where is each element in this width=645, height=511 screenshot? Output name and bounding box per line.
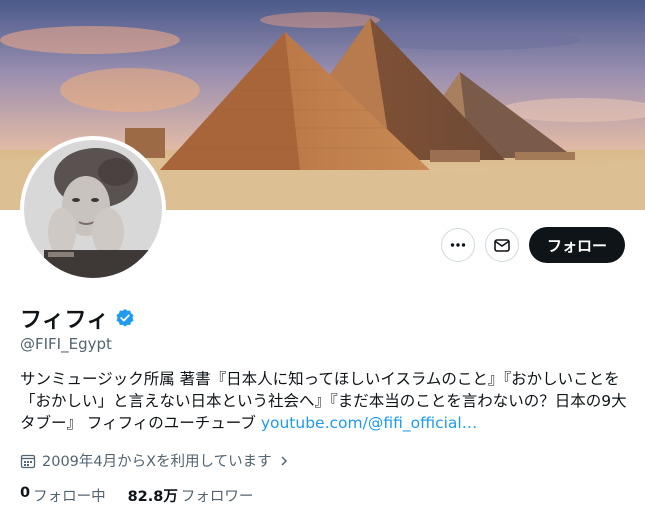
- message-button[interactable]: [484, 228, 519, 262]
- user-handle: @FIFI_Egypt: [20, 335, 112, 353]
- chevron-right-icon: [281, 455, 287, 466]
- name-row: フィフィ: [20, 302, 135, 334]
- joined-text: 2009年4月からXを利用しています: [42, 454, 272, 470]
- followers-stat[interactable]: 82.8万 フォロワー: [128, 485, 254, 506]
- profile-bio: サンミュージック所属 著書『日本人に知ってほしいイスラムのこと』『おかしいことを…: [20, 368, 630, 434]
- following-count: 0: [20, 485, 31, 501]
- avatar-image: [24, 140, 162, 278]
- follow-button[interactable]: フォロー: [528, 227, 625, 263]
- more-icon: [450, 243, 466, 247]
- follow-stats: 0 フォロー中 82.8万 フォロワー: [20, 485, 253, 506]
- more-button[interactable]: [440, 228, 475, 262]
- message-icon: [494, 239, 510, 252]
- display-name: フィフィ: [20, 308, 110, 333]
- followers-label: フォロワー: [180, 489, 254, 505]
- calendar-icon: [20, 454, 36, 468]
- verified-badge-icon[interactable]: [115, 308, 135, 328]
- bio-link[interactable]: youtube.com/@fifi_official…: [261, 414, 477, 432]
- avatar[interactable]: [20, 136, 166, 282]
- followers-count: 82.8万: [127, 489, 178, 505]
- following-stat[interactable]: 0 フォロー中: [20, 485, 106, 506]
- profile-actions: フォロー: [440, 227, 625, 263]
- following-label: フォロー中: [33, 489, 106, 505]
- joined-date[interactable]: 2009年4月からXを利用しています: [20, 450, 290, 471]
